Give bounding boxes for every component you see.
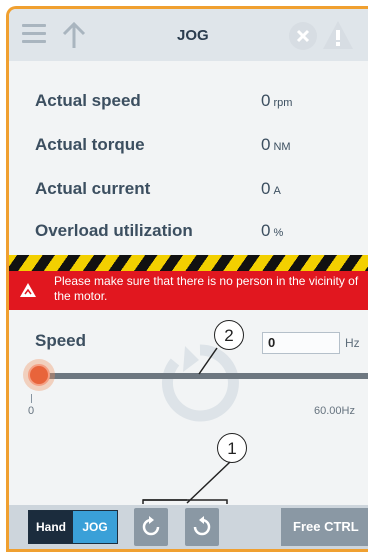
stat-unit: NM [273,141,291,153]
stat-label: Actual torque [35,135,145,154]
stat-value: 0% [261,221,284,240]
warning-icon[interactable] [321,19,355,51]
alert-text: Please make sure that there is no person… [54,274,359,303]
callout-2-leader [198,347,218,375]
stat-value: 0A [261,179,281,198]
jog-clockwise-button[interactable] [134,508,168,546]
slider-tick-min [31,394,32,403]
bottom-toolbar: Hand JOG Free CTRL [9,505,368,549]
page-title: JOG [177,27,209,44]
stat-value: 0 rpm [261,91,293,110]
stat-label: Actual speed [35,91,141,110]
status-values: Actual speed 0 rpm Actual torque 0 NM Actu… [9,61,368,257]
warning-icon [20,283,36,297]
jog-panel: JOG Actual speed 0 rpm Actual torque 0 NM … [6,6,368,552]
callout-1: 1 [217,433,247,463]
stat-value: 0 NM [261,135,291,154]
stat-unit: % [273,227,284,239]
slider-max-label: 60.00Hz [314,405,355,417]
speed-slider-thumb[interactable] [28,364,50,386]
header-bar: JOG [9,9,368,61]
fault-icon[interactable] [289,22,317,50]
hazard-stripe [9,255,368,271]
callout-1-bracket [142,461,231,504]
speed-label: Speed [35,331,87,350]
slider-min-label: 0 [28,405,35,417]
speed-unit: Hz [345,336,360,350]
speed-input[interactable]: 0 [262,332,340,354]
stat-label: Overload utilization [35,221,193,240]
jog-counterclockwise-button[interactable] [185,508,219,546]
hand-jog-toggle[interactable]: Hand JOG [28,510,118,544]
speed-control: Speed 0 Hz 0 60.00Hz 2 1 [9,310,368,505]
free-ctrl-button[interactable]: Free CTRL [281,508,368,546]
rotate-clockwise-icon [142,516,160,536]
hand-option[interactable]: Hand [29,511,73,543]
arrow-up-icon[interactable] [61,21,87,49]
menu-icon[interactable] [22,24,46,44]
stat-label: Actual current [35,179,151,198]
stat-unit: rpm [273,97,293,109]
rotate-counterclockwise-icon [193,516,211,536]
jog-option[interactable]: JOG [73,511,117,543]
stat-unit: A [273,185,281,197]
safety-alert: Please make sure that there is no person… [9,271,368,310]
